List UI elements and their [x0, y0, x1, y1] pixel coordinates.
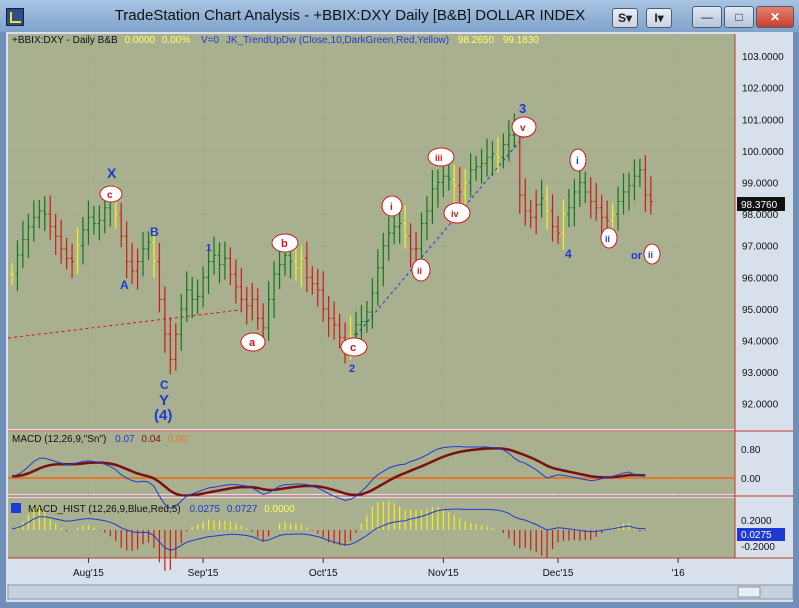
wave-label-b-cap: B [150, 225, 159, 239]
macd-tick-top: 0.80 [741, 445, 761, 456]
time-axis-label: Nov'15 [428, 568, 459, 579]
wave-label-iii: iii [435, 153, 443, 163]
header-volume: V=0 [201, 35, 220, 46]
hist-tick-bottom: -0.2000 [741, 542, 775, 553]
hist-val2: 0.0727 [227, 504, 258, 515]
wave-label-c-cap: C [160, 378, 169, 392]
wave-label-ii-third: ii [648, 250, 653, 260]
wave-label-a-cap: A [120, 278, 129, 292]
macd-val3: 0.00 [168, 434, 188, 445]
time-axis-label: '16 [672, 568, 685, 579]
time-axis-label: Aug'15 [73, 568, 104, 579]
price-tick-label: 100.0000 [742, 147, 784, 158]
price-tick-label: 102.0000 [742, 84, 784, 95]
header-value1: 0.0000 [124, 35, 155, 46]
hist-val1: 0.0275 [189, 504, 220, 515]
header-symbol: +BBIX:DXY - Daily B&B [12, 35, 118, 46]
macd-header: MACD (12,26,9,"Sn") 0.07 0.04 0.00 [12, 434, 188, 445]
price-tick-label: 97.0000 [742, 242, 779, 253]
hist-header: MACD_HIST (12,26,9,Blue,Red,5) 0.0275 0.… [28, 504, 295, 515]
wave-label-x: X [107, 165, 117, 181]
price-tick-label: 96.0000 [742, 273, 779, 284]
header-indicator: JK_TrendUpDw (Close,10,DarkGreen,Red,Yel… [226, 35, 449, 46]
wave-label-two: 2 [349, 363, 355, 375]
price-tick-label: 101.0000 [742, 115, 784, 126]
wave-label-three: 3 [519, 101, 526, 116]
hist-tick-top: 0.2000 [741, 516, 772, 527]
price-header: +BBIX:DXY - Daily B&B 0.0000 0.00% V=0 J… [12, 35, 539, 46]
wave-label-b: b [281, 238, 288, 250]
wave-label-ii-second: ii [605, 234, 610, 244]
price-tick-label: 98.0000 [742, 210, 779, 221]
horizontal-scrollbar[interactable] [7, 584, 794, 600]
hist-label: MACD_HIST (12,26,9,Blue,Red,5) [28, 504, 181, 515]
wave-label-c: c [350, 342, 356, 354]
wave-label-i-second: i [576, 156, 579, 167]
time-axis-label: Oct'15 [309, 568, 338, 579]
wave-label-ii: ii [417, 266, 422, 276]
wave-label-or: or [631, 250, 643, 262]
price-tick-label: 95.0000 [742, 305, 779, 316]
price-panel-bg [8, 34, 735, 429]
wave-label-v: v [520, 123, 526, 134]
wave-label-one: 1 [206, 243, 212, 254]
header-value2: 0.00% [162, 35, 190, 46]
scrollbar-thumb[interactable] [737, 586, 761, 598]
price-tick-label: 94.0000 [742, 337, 779, 348]
hist-last-label: 0.0275 [741, 530, 772, 541]
wave-label-four: 4 [565, 247, 572, 261]
price-tick-label: 93.0000 [742, 368, 779, 379]
wave-label-iv: iv [451, 209, 459, 219]
price-tick-label: 103.0000 [742, 52, 784, 63]
price-tick-label: 92.0000 [742, 400, 779, 411]
macd-val1: 0.07 [115, 434, 135, 445]
macd-tick-zero: 0.00 [741, 474, 761, 485]
wave-label-i: i [390, 202, 393, 213]
hist-color-swatch [11, 503, 21, 513]
chart-area[interactable]: +BBIX:DXY - Daily B&B 0.0000 0.00% V=0 J… [0, 0, 799, 608]
wave-label-four-paren: (4) [154, 407, 172, 424]
macd-label: MACD (12,26,9,"Sn") [12, 434, 106, 445]
price-tick-label: 99.0000 [742, 179, 779, 190]
wave-label-a: a [249, 337, 256, 349]
hist-val3: 0.0000 [264, 504, 295, 515]
macd-val2: 0.04 [141, 434, 161, 445]
last-price-label: 98.3760 [741, 200, 778, 211]
header-ind-val1: 98.2650 [458, 35, 495, 46]
time-axis-label: Dec'15 [543, 568, 574, 579]
wave-label-c-top: c [107, 190, 113, 201]
time-axis-label: Sep'15 [188, 568, 219, 579]
header-ind-val2: 99.1830 [503, 35, 540, 46]
